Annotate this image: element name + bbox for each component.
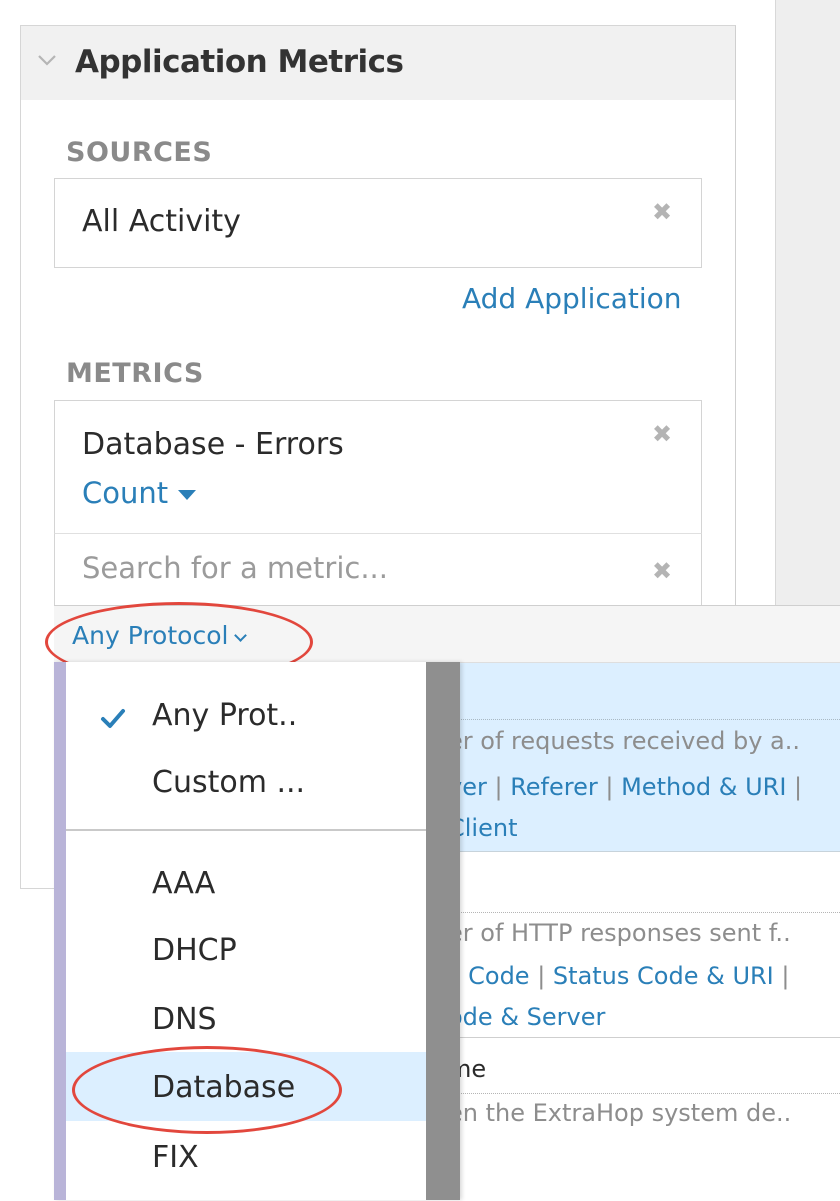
page-side-strip <box>775 0 840 610</box>
protocol-menu-edge <box>54 662 66 1200</box>
aggregation-dropdown[interactable]: Count <box>82 476 197 510</box>
protocol-menu-scrollbar[interactable] <box>426 662 460 1200</box>
aggregation-label: Count <box>82 476 169 510</box>
protocol-menu-item-dhcp[interactable]: DHCP <box>152 933 237 968</box>
drilldown-link[interactable]: s Code <box>448 962 530 990</box>
result-drilldown-links: ode & Server <box>448 1003 605 1031</box>
caret-down-icon <box>178 490 197 500</box>
chevron-down-icon[interactable] <box>35 50 59 70</box>
add-application-link[interactable]: Add Application <box>462 282 682 315</box>
metric-item <box>54 400 702 534</box>
annotation-circle-database <box>72 1046 342 1134</box>
drilldown-link[interactable]: Referer <box>510 773 598 801</box>
menu-divider <box>66 829 426 831</box>
drilldown-link[interactable]: Status Code & URI <box>553 962 774 990</box>
result-description: er of requests received by a.. <box>448 727 800 755</box>
result-divider <box>440 912 840 913</box>
protocol-menu-item-fix[interactable]: FIX <box>152 1140 199 1175</box>
drilldown-link[interactable]: ode & Server <box>448 1003 605 1031</box>
result-drilldown-links: s Code | Status Code & URI | <box>448 962 790 990</box>
result-divider <box>440 719 840 720</box>
clear-search-icon[interactable]: ✖ <box>652 557 672 585</box>
protocol-menu-item-aaa[interactable]: AAA <box>152 866 215 901</box>
metric-search-input[interactable] <box>82 551 622 585</box>
panel-title: Application Metrics <box>75 44 404 80</box>
result-description: en the ExtraHop system de.. <box>448 1099 792 1127</box>
source-item-label: All Activity <box>82 204 241 239</box>
remove-source-icon[interactable]: ✖ <box>652 198 672 226</box>
protocol-menu-item-any[interactable]: Any Prot.. <box>152 698 297 733</box>
result-drilldown-links: ver | Referer | Method & URI | <box>448 773 803 801</box>
result-divider <box>440 1093 840 1094</box>
result-description: er of HTTP responses sent f.. <box>448 919 791 947</box>
protocol-menu-item-dns[interactable]: DNS <box>152 1002 217 1037</box>
checkmark-icon <box>101 709 125 728</box>
metrics-label: METRICS <box>66 358 204 389</box>
remove-metric-icon[interactable]: ✖ <box>652 420 672 448</box>
protocol-menu-item-custom[interactable]: Custom ... <box>152 765 305 800</box>
drilldown-link[interactable]: Method & URI <box>621 773 786 801</box>
metric-name: Database - Errors <box>82 427 344 462</box>
sources-label: SOURCES <box>66 137 213 168</box>
